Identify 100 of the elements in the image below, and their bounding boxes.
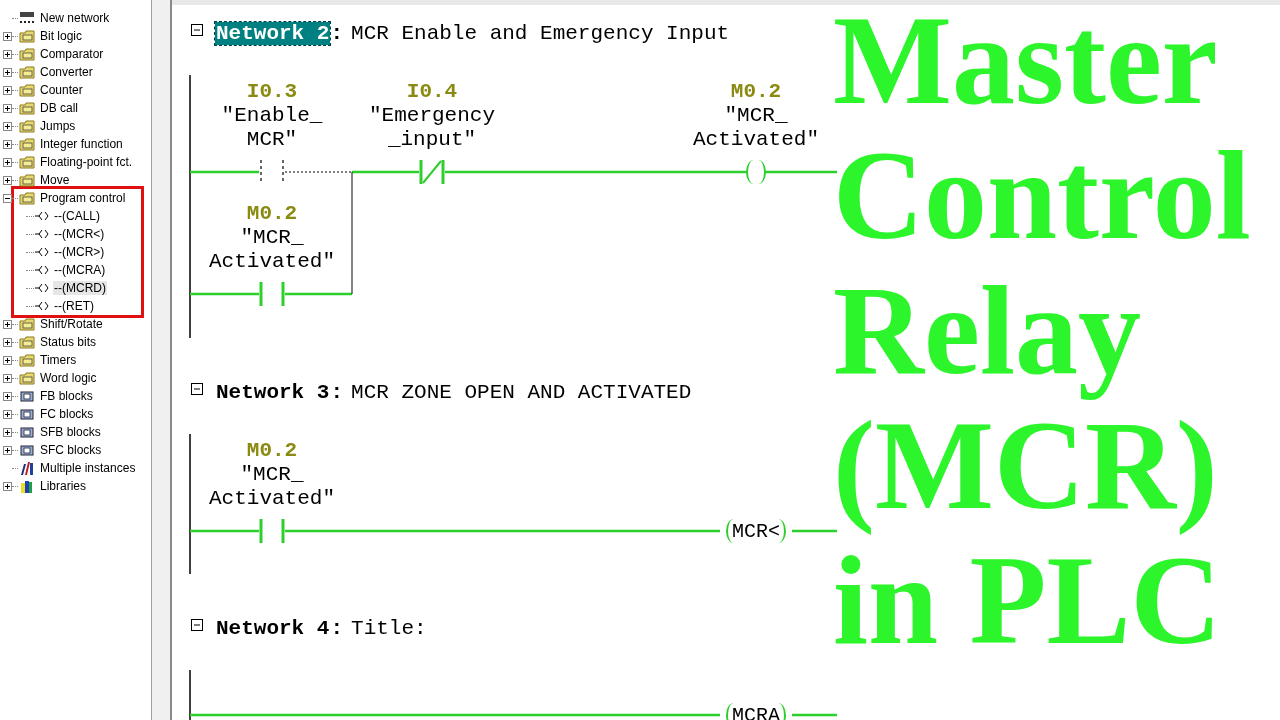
collapse-toggle[interactable] [191, 24, 203, 36]
tag-address: I0.3 [246, 80, 298, 104]
tag-symbol: "Emergency _input" [369, 104, 495, 152]
tag-address: M0.2 [246, 439, 298, 463]
folder-icon [19, 101, 35, 115]
block-icon [19, 407, 35, 421]
tree-item[interactable]: Bit logic [39, 29, 84, 43]
splitter-bar[interactable] [152, 0, 172, 720]
tree-item[interactable]: FC blocks [39, 407, 95, 421]
tree-item[interactable]: Word logic [39, 371, 98, 385]
wire [792, 713, 837, 717]
tag-symbol: "MCR_ Activated" [209, 463, 335, 511]
folder-icon [19, 83, 35, 97]
tag-address: M0.2 [730, 80, 782, 104]
tree-item[interactable]: Program control [39, 191, 127, 205]
tree-item[interactable]: Integer function [39, 137, 124, 151]
coil-icon [35, 283, 49, 293]
tree-item[interactable]: Move [39, 173, 71, 187]
block-icon [19, 389, 35, 403]
coil-icon [35, 247, 49, 257]
separator-colon: : [330, 21, 344, 45]
folder-icon [19, 353, 35, 367]
expand-toggle[interactable] [3, 139, 12, 149]
network-title: MCR ZONE OPEN AND ACTIVATED [351, 380, 692, 404]
tag-symbol: "MCR_ Activated" [693, 104, 819, 152]
coil-icon [35, 229, 49, 239]
folder-icon [19, 29, 35, 43]
expand-toggle[interactable] [3, 373, 12, 383]
expand-toggle[interactable] [3, 49, 12, 59]
tree-item[interactable]: Multiple instances [39, 461, 137, 475]
tree-item[interactable]: Counter [39, 83, 84, 97]
expand-toggle[interactable] [3, 427, 12, 437]
wire [792, 529, 837, 533]
tree-item[interactable]: --(CALL) [53, 209, 101, 223]
tree-item[interactable]: --(MCR>) [53, 245, 106, 259]
tree-item[interactable]: Jumps [39, 119, 77, 133]
network-label[interactable]: Network 2 [215, 21, 331, 45]
expand-toggle[interactable] [3, 337, 12, 347]
coil-icon [35, 265, 49, 275]
folder-icon [19, 371, 35, 385]
tree-item[interactable]: --(MCRA) [53, 263, 107, 277]
expand-toggle[interactable] [3, 319, 12, 329]
block-icon [19, 425, 35, 439]
expand-toggle[interactable] [3, 481, 12, 491]
tag-address: M0.2 [246, 202, 298, 226]
expand-toggle[interactable] [3, 445, 12, 455]
tree-item[interactable]: Floating-point fct. [39, 155, 134, 169]
tree-item[interactable]: New network [39, 11, 111, 25]
wire [190, 170, 259, 174]
separator-colon: : [330, 616, 344, 640]
folder-icon [19, 173, 35, 187]
tree-item[interactable]: --(RET) [53, 299, 95, 313]
output-coil [746, 160, 766, 184]
network-title: MCR Enable and Emergency Input [351, 21, 730, 45]
tree-item[interactable]: --(MCRD) [53, 281, 107, 295]
tree-item[interactable]: SFB blocks [39, 425, 102, 439]
folder-icon [19, 317, 35, 331]
wire [190, 292, 259, 296]
tree-item[interactable]: Libraries [39, 479, 88, 493]
expand-toggle[interactable] [3, 103, 12, 113]
expand-toggle[interactable] [3, 67, 12, 77]
folder-icon [19, 137, 35, 151]
collapse-toggle[interactable] [3, 193, 12, 203]
expand-toggle[interactable] [3, 391, 12, 401]
tag-symbol: "Enable_ MCR" [221, 104, 323, 152]
tree-item[interactable]: SFC blocks [39, 443, 103, 457]
expand-toggle[interactable] [3, 175, 12, 185]
folder-icon [19, 335, 35, 349]
books-icon [19, 478, 35, 494]
video-title: Master Control Relay (MCR) in PLC [833, 0, 1251, 668]
collapse-toggle[interactable] [191, 383, 203, 395]
coil-icon [35, 211, 49, 221]
tree-item[interactable]: Shift/Rotate [39, 317, 104, 331]
network-icon [19, 11, 35, 25]
folder-icon [19, 155, 35, 169]
tree-item[interactable]: Converter [39, 65, 94, 79]
tag-address: I0.4 [406, 80, 458, 104]
expand-toggle[interactable] [3, 31, 12, 41]
network-label[interactable]: Network 4 [215, 616, 331, 640]
tree-item[interactable]: Timers [39, 353, 78, 367]
tree-item[interactable]: DB call [39, 101, 79, 115]
folder-icon [19, 47, 35, 61]
expand-toggle[interactable] [3, 355, 12, 365]
tree-item[interactable]: Comparator [39, 47, 105, 61]
tree-item[interactable]: FB blocks [39, 389, 94, 403]
collapse-toggle[interactable] [191, 619, 203, 631]
tag-symbol: "MCR_ Activated" [209, 226, 335, 274]
expand-toggle[interactable] [3, 157, 12, 167]
books-icon [19, 460, 35, 476]
tree-item[interactable]: Status bits [39, 335, 98, 349]
coil-icon [35, 301, 49, 311]
network-label[interactable]: Network 3 [215, 380, 331, 404]
network-title: Title: [351, 616, 427, 640]
block-icon [19, 443, 35, 457]
expand-toggle[interactable] [3, 121, 12, 131]
tree-item[interactable]: --(MCR<) [53, 227, 106, 241]
expand-toggle[interactable] [3, 85, 12, 95]
separator-colon: : [330, 380, 344, 404]
folder-icon [19, 65, 35, 79]
expand-toggle[interactable] [3, 409, 12, 419]
